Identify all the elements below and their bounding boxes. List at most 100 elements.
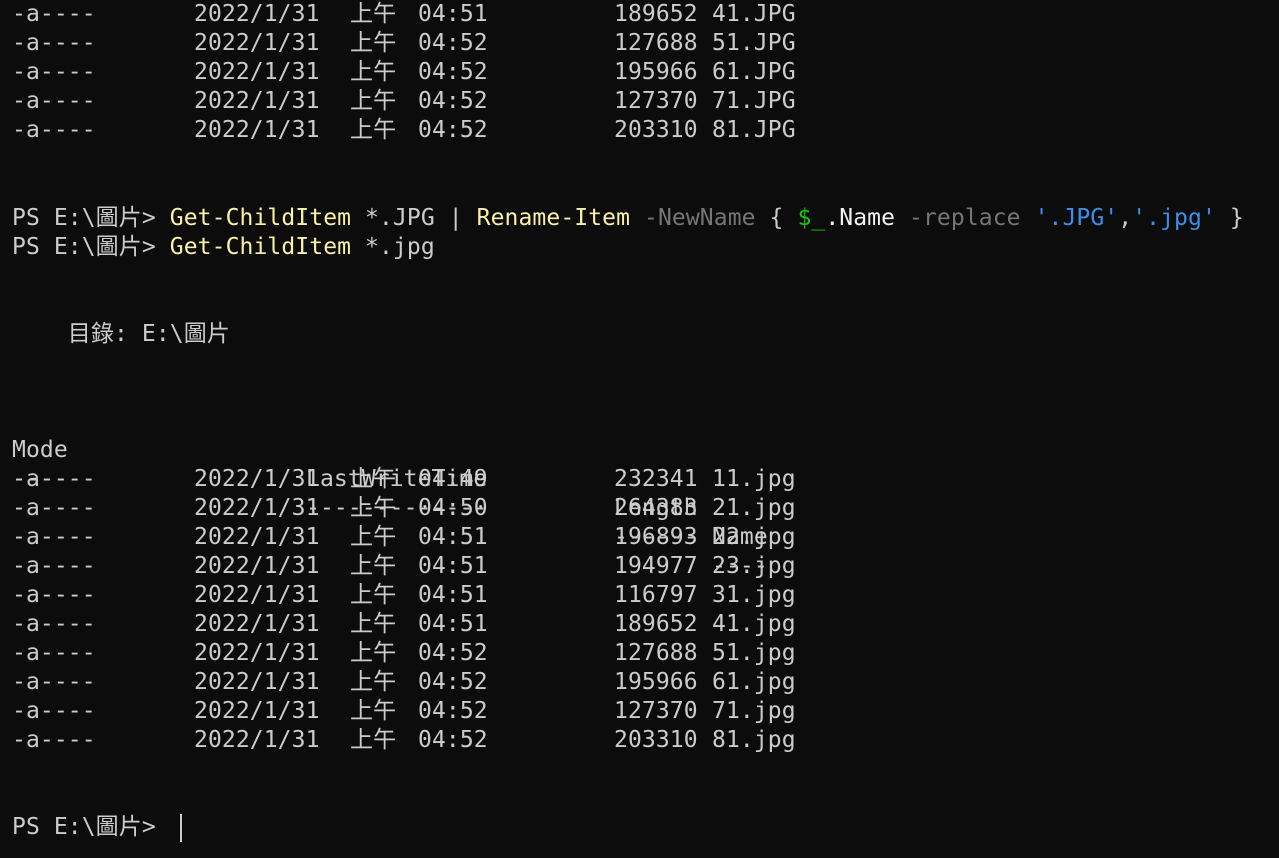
row-time: 04:51	[418, 524, 488, 550]
table-row: -a---- 2022/1/31 上午 04:52 127688 51.JPG	[12, 29, 912, 58]
row-mode: -a----	[12, 466, 96, 492]
row-ampm: 上午	[350, 611, 397, 637]
prompt: PS E:\圖片>	[12, 814, 170, 840]
row-date: 2022/1/31	[194, 524, 320, 550]
row-ampm: 上午	[350, 88, 397, 114]
row-name: 71.JPG	[712, 88, 796, 114]
row-ampm: 上午	[350, 495, 397, 521]
row-ampm: 上午	[350, 698, 397, 724]
row-time: 04:52	[418, 727, 488, 753]
row-date: 2022/1/31	[194, 466, 320, 492]
row-time: 04:52	[418, 698, 488, 724]
row-time: 04:51	[418, 611, 488, 637]
table-row: -a---- 2022/1/31 上午 04:52 127688 51.jpg	[12, 639, 912, 668]
table-row: -a---- 2022/1/31 上午 04:52 195966 61.JPG	[12, 58, 912, 87]
row-date: 2022/1/31	[194, 59, 320, 85]
row-mode: -a----	[12, 30, 96, 56]
command-line-list: PS E:\圖片> Get-ChildItem *.jpg	[12, 233, 435, 262]
row-ampm: 上午	[350, 727, 397, 753]
row-length: 232341	[614, 466, 698, 492]
row-time: 04:52	[418, 117, 488, 143]
row-mode: -a----	[12, 553, 96, 579]
row-date: 2022/1/31	[194, 1, 320, 27]
row-mode: -a----	[12, 582, 96, 608]
comma: ,	[1118, 205, 1133, 231]
cmdlet-rename-item: Rename-Item	[476, 205, 631, 231]
table-row: -a---- 2022/1/31 上午 04:52 195966 61.jpg	[12, 668, 912, 697]
row-length: 127688	[614, 30, 698, 56]
table-row: -a---- 2022/1/31 上午 04:51 196893 22.jpg	[12, 523, 912, 552]
row-time: 04:51	[418, 553, 488, 579]
row-date: 2022/1/31	[194, 117, 320, 143]
row-mode: -a----	[12, 59, 96, 85]
row-time: 04:51	[418, 582, 488, 608]
row-date: 2022/1/31	[194, 669, 320, 695]
table-header-underline: ---- ------------- ------ ----	[12, 436, 912, 579]
row-name: 22.jpg	[712, 524, 796, 550]
row-name: 23.jpg	[712, 553, 796, 579]
row-mode: -a----	[12, 495, 96, 521]
row-ampm: 上午	[350, 59, 397, 85]
table-row: -a---- 2022/1/31 上午 04:51 194977 23.jpg	[12, 552, 912, 581]
row-name: 71.jpg	[712, 698, 796, 724]
table-row: -a---- 2022/1/31 上午 04:51 116797 31.jpg	[12, 581, 912, 610]
table-row: -a---- 2022/1/31 上午 04:52 203310 81.jpg	[12, 726, 912, 755]
row-date: 2022/1/31	[194, 582, 320, 608]
row-ampm: 上午	[350, 1, 397, 27]
text-cursor	[180, 814, 182, 842]
row-name: 31.jpg	[712, 582, 796, 608]
row-time: 04:52	[418, 88, 488, 114]
row-mode: -a----	[12, 117, 96, 143]
row-time: 04:51	[418, 1, 488, 27]
row-length: 189652	[614, 611, 698, 637]
member-access: .Name	[825, 205, 910, 231]
argument-filter: *.JPG |	[351, 205, 477, 231]
command-line-rename: PS E:\圖片> Get-ChildItem *.JPG | Rename-I…	[12, 204, 1244, 233]
row-time: 04:52	[418, 669, 488, 695]
pipeline-variable: $_	[797, 205, 826, 231]
prompt: PS E:\圖片>	[12, 234, 170, 260]
row-date: 2022/1/31	[194, 88, 320, 114]
row-name: 61.jpg	[712, 669, 796, 695]
row-length: 196893	[614, 524, 698, 550]
row-ampm: 上午	[350, 466, 397, 492]
row-ampm: 上午	[350, 553, 397, 579]
row-date: 2022/1/31	[194, 698, 320, 724]
argument-filter: *.jpg	[351, 234, 435, 260]
table-row: -a---- 2022/1/31 上午 04:51 189652 41.JPG	[12, 0, 912, 29]
directory-label: 目錄: E:\圖片	[12, 321, 230, 347]
cmdlet-get-childitem: Get-ChildItem	[169, 205, 352, 231]
string-jpg-upper: '.JPG'	[1034, 205, 1119, 231]
brace-open: {	[755, 205, 798, 231]
row-ampm: 上午	[350, 30, 397, 56]
table-row: -a---- 2022/1/31 上午 04:52 127370 71.JPG	[12, 87, 912, 116]
row-mode: -a----	[12, 669, 96, 695]
row-length: 203310	[614, 727, 698, 753]
row-name: 81.JPG	[712, 117, 796, 143]
row-mode: -a----	[12, 611, 96, 637]
row-time: 04:52	[418, 30, 488, 56]
row-date: 2022/1/31	[194, 30, 320, 56]
row-date: 2022/1/31	[194, 727, 320, 753]
cmdlet-get-childitem: Get-ChildItem	[169, 234, 352, 260]
string-jpg-lower: '.jpg'	[1132, 205, 1216, 231]
table-row: -a---- 2022/1/31 上午 04:50 264383 21.jpg	[12, 494, 912, 523]
row-time: 04:50	[418, 495, 488, 521]
row-mode: -a----	[12, 727, 96, 753]
row-ampm: 上午	[350, 524, 397, 550]
row-length: 116797	[614, 582, 698, 608]
terminal-window[interactable]: -a---- 2022/1/31 上午 04:51 189652 41.JPG -a----…	[0, 0, 1279, 858]
row-time: 04:49	[418, 466, 488, 492]
row-ampm: 上午	[350, 640, 397, 666]
row-length: 264383	[614, 495, 698, 521]
table-row: -a---- 2022/1/31 上午 04:52 127370 71.jpg	[12, 697, 912, 726]
row-length: 127370	[614, 698, 698, 724]
row-mode: -a----	[12, 640, 96, 666]
row-time: 04:52	[418, 59, 488, 85]
row-mode: -a----	[12, 1, 96, 27]
row-name: 21.jpg	[712, 495, 796, 521]
current-prompt[interactable]: PS E:\圖片>	[12, 813, 170, 842]
row-date: 2022/1/31	[194, 495, 320, 521]
